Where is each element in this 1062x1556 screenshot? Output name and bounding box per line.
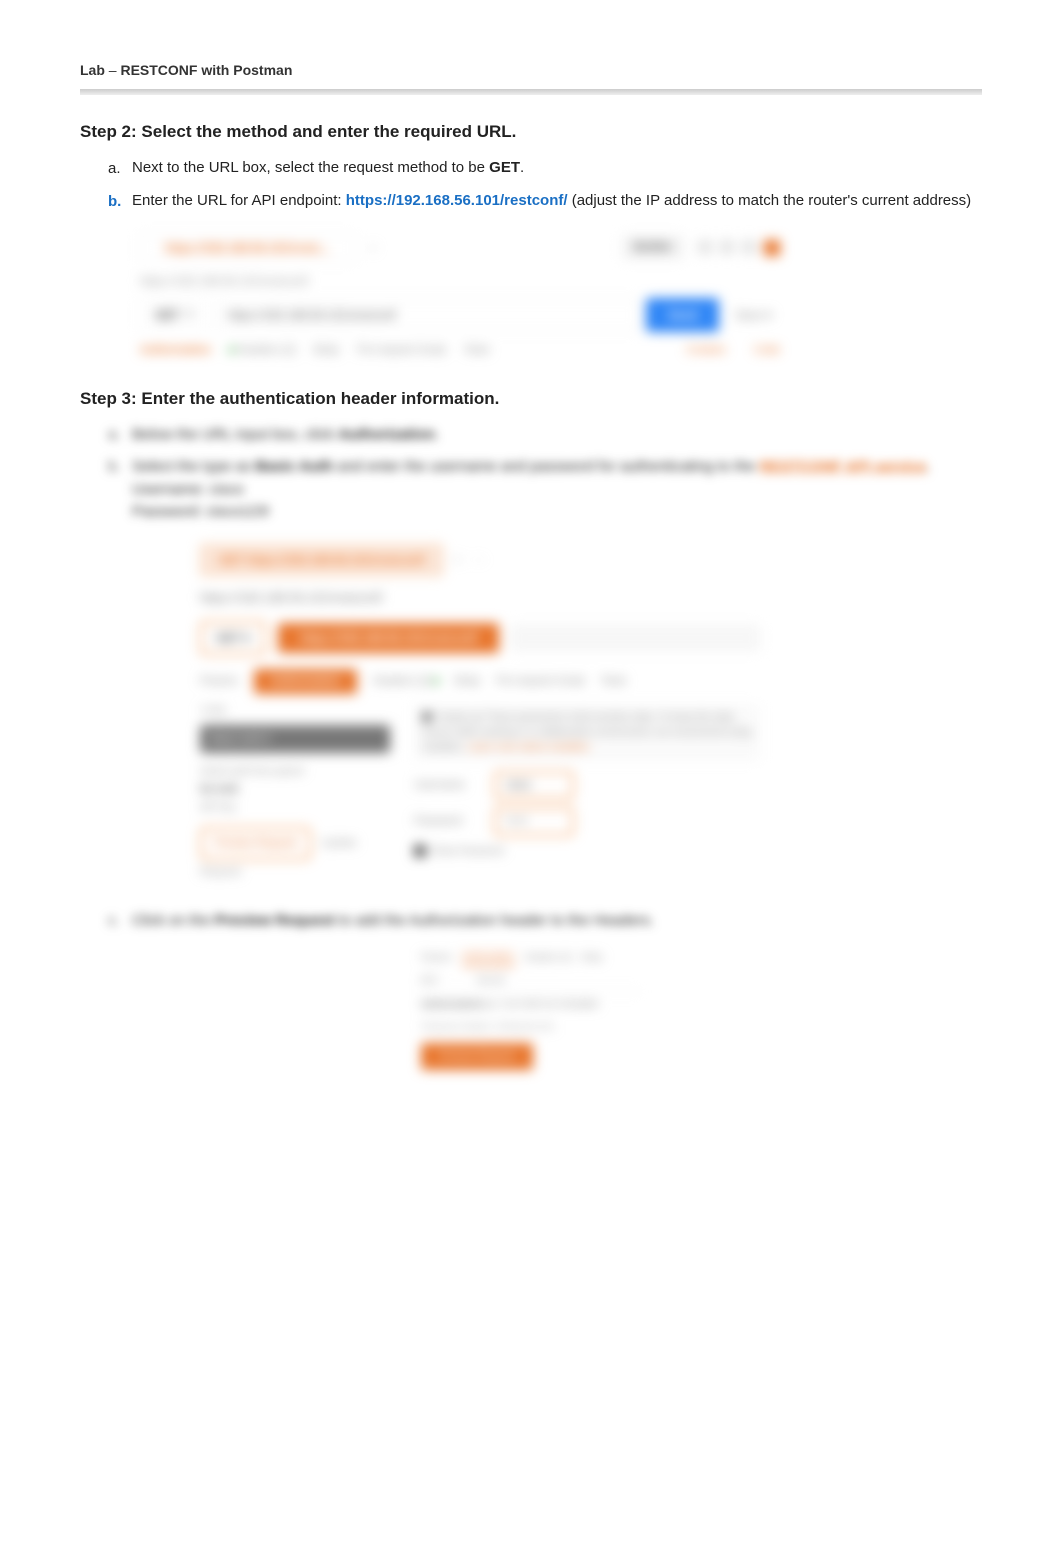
password-label: Password <box>414 813 484 830</box>
tab-body[interactable]: Body <box>314 342 339 359</box>
tab-prereq[interactable]: Pre-request Script <box>496 673 585 690</box>
col-value: VALUE <box>476 974 505 988</box>
header-key: Authorization <box>421 998 476 1012</box>
tab-headers[interactable]: Headers (2) <box>229 342 296 359</box>
step2-a-post: . <box>520 159 524 176</box>
temp-headers-note: Temporary Headers. Clicking this will... <box>421 1021 641 1033</box>
type-select[interactable]: Basic Auth ▾ <box>200 725 390 754</box>
step2-a-body: Next to the URL box, select the request … <box>132 157 982 181</box>
toolbar-icon[interactable] <box>720 240 734 254</box>
tab-body[interactable]: Body <box>455 673 480 690</box>
url-continuation <box>511 625 760 651</box>
step3-heading: Step 3: Enter the authentication header … <box>80 386 982 412</box>
request-title: https://192.168.56.101/restconf/ <box>200 588 760 608</box>
header-title: RESTCONF with Postman <box>120 62 292 78</box>
type-label: TYPE <box>200 704 390 719</box>
save-button[interactable]: Save ▾ <box>727 300 780 330</box>
step3-blurred-items: a. Below the URL input box, click Author… <box>80 424 982 524</box>
col-key: KEY <box>421 974 476 988</box>
tab-prereq[interactable]: Pre-request Script <box>357 342 446 359</box>
info-banner: Heads up! These parameters hold sensitiv… <box>414 704 760 761</box>
show-password-label: Show Password <box>432 844 504 859</box>
tab-authorization[interactable]: Authorization <box>140 342 211 359</box>
tab-body[interactable]: Body <box>582 951 603 965</box>
header-lab: Lab <box>80 62 105 78</box>
chevron-down-icon <box>186 312 194 317</box>
auth-option[interactable]: Inherit auth from parent <box>200 763 390 781</box>
preview-request-button[interactable]: Preview Request <box>421 1043 533 1070</box>
auth-option[interactable]: No Auth <box>200 781 390 799</box>
header-rule <box>80 89 982 95</box>
method-select[interactable]: GET <box>140 299 209 331</box>
show-password-checkbox[interactable] <box>414 845 426 857</box>
info-icon <box>422 712 432 722</box>
step2-b-pre: Enter the URL for API endpoint: <box>132 192 346 209</box>
step2-b-url[interactable]: https://192.168.56.101/restconf/ <box>346 192 568 209</box>
screenshot-postman-headers: Params Authorization Headers (3) Body KE… <box>421 949 641 1071</box>
toolbar-icon[interactable] <box>742 240 756 254</box>
url-input[interactable]: https://192.168.56.101/restconf/ <box>278 623 499 653</box>
tab-authorization[interactable]: Authorization <box>254 669 357 694</box>
username-label: Username <box>414 777 484 794</box>
step2-a-marker: a. <box>108 157 132 181</box>
tab-params[interactable]: Params <box>200 673 238 690</box>
step2-list: a. Next to the URL box, select the reque… <box>80 157 982 214</box>
tab-close-icon[interactable]: × <box>369 239 376 257</box>
screenshot-postman-url: https://192.168.56.101/restc... × Builde… <box>140 234 780 359</box>
step2-b-post: (adjust the IP address to match the rout… <box>568 192 972 209</box>
password-input[interactable]: •••• <box>494 807 574 836</box>
header-sep: – <box>105 62 121 78</box>
auth-option[interactable]: API Key <box>200 799 390 817</box>
step2-b-body: Enter the URL for API endpoint: https://… <box>132 190 982 214</box>
tab-headers[interactable]: Headers (3) <box>525 951 573 965</box>
step3-c-row: c. Click on the Preview Request to add t… <box>80 910 982 933</box>
preview-request-button[interactable]: Preview Request <box>200 827 311 860</box>
tab-request[interactable]: GET https://192.168.56.101/restconf/ <box>200 544 443 576</box>
code-link[interactable]: Code <box>754 342 780 359</box>
tab-authorization[interactable]: Authorization <box>462 949 515 967</box>
request-subtitle: https://192.168.56.101/restconf/ <box>140 272 780 290</box>
toolbar-icon[interactable] <box>698 240 712 254</box>
method-label: GET <box>155 306 180 324</box>
method-select[interactable]: GET ▾ <box>200 621 266 655</box>
more-icon[interactable]: ⋯ <box>472 549 486 570</box>
username-input[interactable]: cisco <box>494 771 574 800</box>
tab-tests[interactable]: Tests <box>464 342 490 359</box>
page-header: Lab – RESTCONF with Postman <box>80 60 982 81</box>
step2-a-pre: Next to the URL box, select the request … <box>132 159 489 176</box>
tab-tests[interactable]: Tests <box>601 673 627 690</box>
cookies-link[interactable]: Cookies <box>686 342 726 359</box>
update-request-link[interactable]: Update Request <box>200 837 357 878</box>
step2-heading: Step 2: Select the method and enter the … <box>80 119 982 145</box>
send-button[interactable]: Send <box>646 298 719 332</box>
plus-icon[interactable]: + <box>453 549 461 570</box>
builder-button[interactable]: Builder <box>622 235 684 260</box>
step2-a-bold: GET <box>489 159 520 176</box>
screenshot-postman-auth: GET https://192.168.56.101/restconf/ + ⋯… <box>200 544 760 883</box>
header-value: Basic Y2lzY286Y2lzY28xMjMh <box>476 998 599 1012</box>
toolbar-icon[interactable] <box>764 240 780 256</box>
url-input[interactable]: https://192.168.56.101/restconf/ <box>217 299 638 331</box>
tab-request[interactable]: https://192.168.56.101/restc... <box>140 234 355 262</box>
learn-more-link[interactable]: Learn more about variables <box>468 742 590 753</box>
step2-b-marker: b. <box>108 190 132 214</box>
tab-headers[interactable]: Headers (2) <box>373 673 439 690</box>
tab-params[interactable]: Params <box>421 951 452 965</box>
